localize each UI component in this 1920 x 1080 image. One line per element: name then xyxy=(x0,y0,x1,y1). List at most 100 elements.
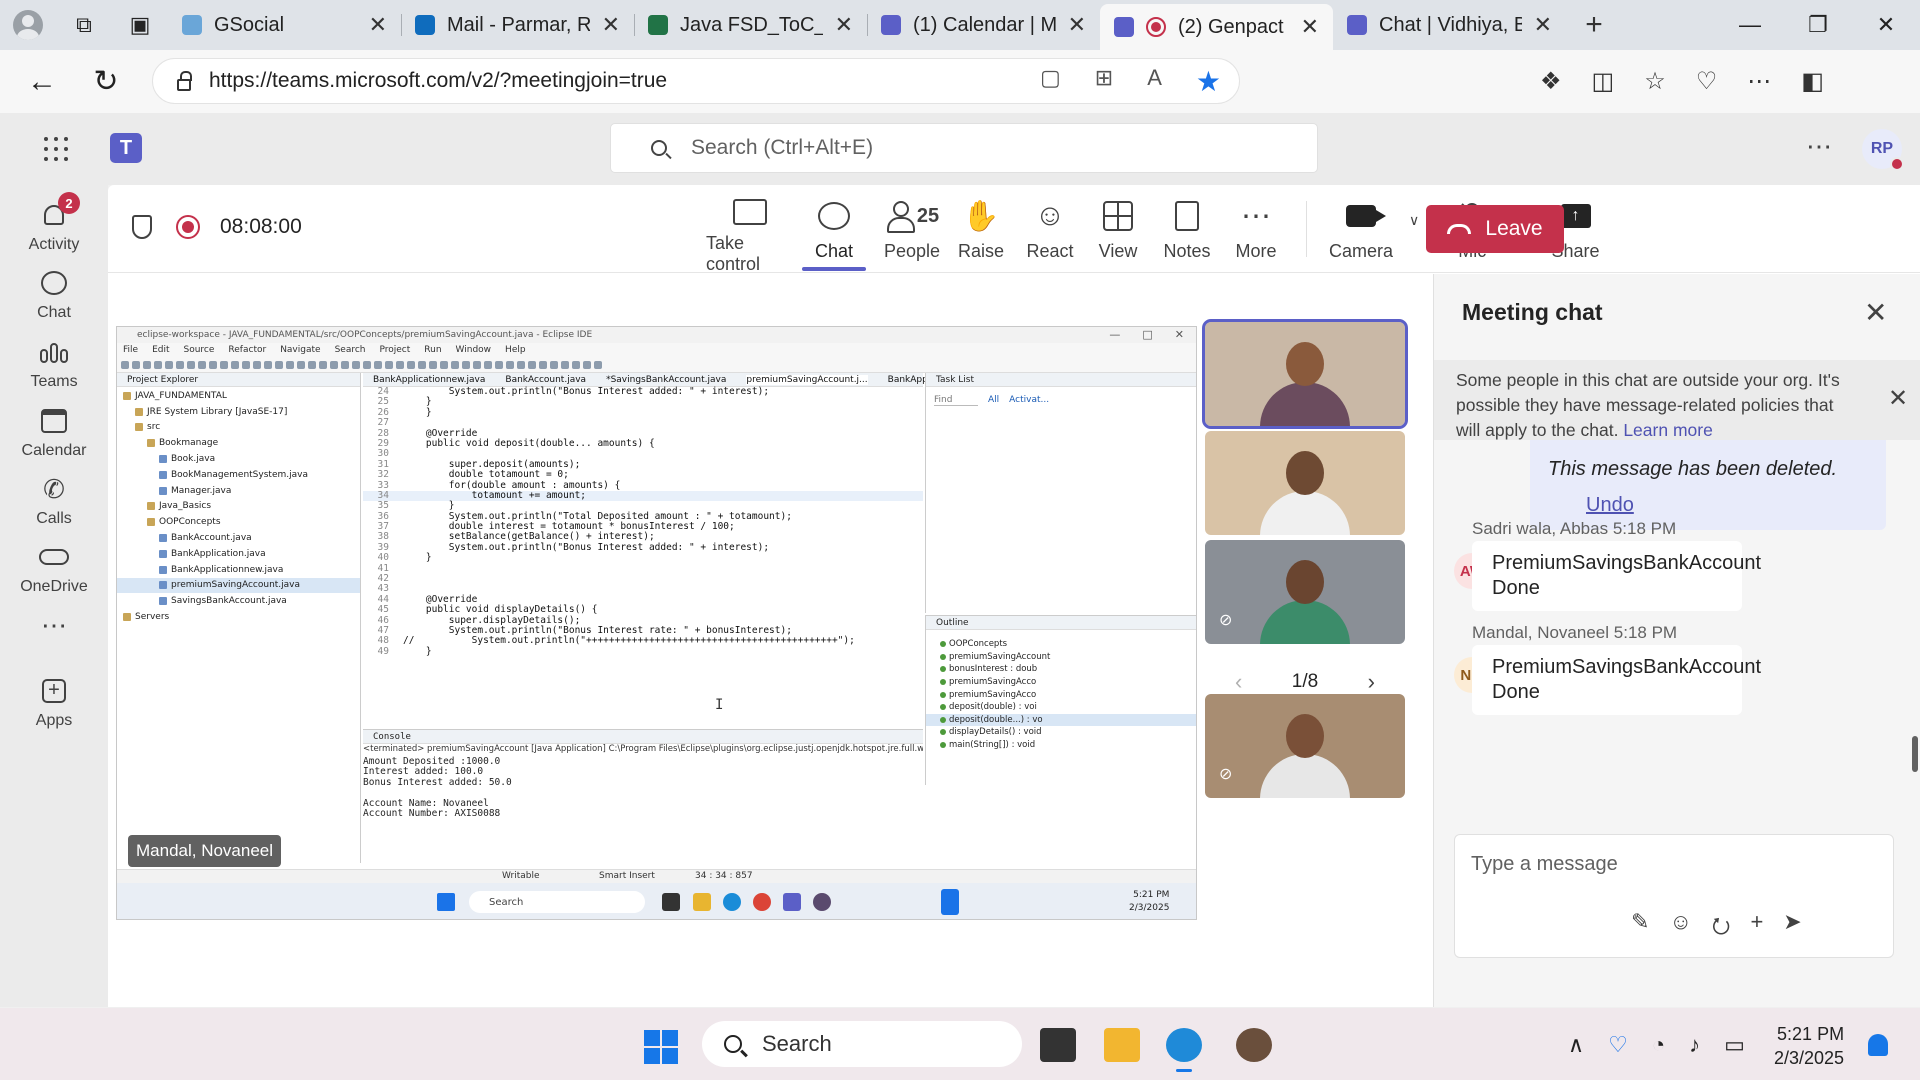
raise-hand-button[interactable]: ✋ Raise xyxy=(950,193,1012,265)
toolbar-icon xyxy=(286,360,294,369)
maximize-button[interactable]: ❐ xyxy=(1784,0,1852,50)
toolbar-icon xyxy=(495,360,503,369)
tab-favicon-icon xyxy=(881,15,901,35)
participant-head xyxy=(1286,714,1324,758)
participant-video[interactable]: ⊘ xyxy=(1205,540,1405,644)
tool-label: More xyxy=(1235,241,1277,261)
react-button[interactable]: ☺ React xyxy=(1012,193,1088,265)
chevron-up-icon[interactable]: ∧ xyxy=(1568,1032,1584,1058)
chat-button[interactable]: Chat xyxy=(794,193,874,271)
method-icon xyxy=(940,691,946,698)
camera-indicator-icon[interactable]: ▢ xyxy=(1040,65,1061,98)
address-bar[interactable]: https://teams.microsoft.com/v2/?meetingj… xyxy=(152,58,1240,104)
tool-label: People xyxy=(883,241,941,261)
close-tab-icon[interactable]: ✕ xyxy=(1534,12,1552,38)
rail-item-more[interactable]: ⋯ xyxy=(0,583,108,667)
edge-icon[interactable] xyxy=(1166,1028,1202,1072)
browser-tab[interactable]: Java FSD_ToC_Day ✕ xyxy=(634,0,867,50)
split-screen-icon[interactable]: ◫ xyxy=(1592,67,1615,96)
previous-page-icon[interactable]: ‹ xyxy=(1235,669,1242,695)
windows-start-icon[interactable] xyxy=(644,1030,678,1064)
tab-actions-button[interactable]: ▣ xyxy=(112,0,168,50)
format-icon[interactable]: ✎ xyxy=(1631,909,1649,947)
take-control-button[interactable]: Take control xyxy=(706,193,794,274)
toolbar-icon xyxy=(539,360,547,369)
leave-button[interactable]: Leave xyxy=(1426,205,1564,253)
code-text: double totamount = 0; xyxy=(403,469,569,481)
browser-tab[interactable]: Chat | Vidhiya, B S ✕ xyxy=(1333,0,1566,50)
mic-icon[interactable]: ♡ xyxy=(1608,1032,1628,1058)
method-icon xyxy=(940,641,946,648)
favorite-star-icon[interactable]: ★ xyxy=(1196,65,1221,98)
next-page-icon[interactable]: › xyxy=(1368,669,1375,695)
close-tab-icon[interactable]: ✕ xyxy=(602,12,620,38)
apps-available-icon[interactable]: ⊞ xyxy=(1095,65,1113,98)
close-tab-icon[interactable]: ✕ xyxy=(835,12,853,38)
task-all-link: All xyxy=(988,395,1000,405)
browser-tab[interactable]: (1) Calendar | Me ✕ xyxy=(867,0,1100,50)
favorites-icon[interactable]: ☆ xyxy=(1644,67,1666,96)
close-tab-icon[interactable]: ✕ xyxy=(1301,14,1319,40)
close-icon[interactable]: ✕ xyxy=(1864,296,1887,329)
extensions-icon[interactable]: ❖ xyxy=(1540,67,1562,96)
rail-item-apps[interactable]: + Apps xyxy=(0,661,108,745)
browser-tab[interactable]: GSocial ✕ xyxy=(168,0,401,50)
view-button[interactable]: View xyxy=(1088,193,1148,265)
message-bubble: PremiumSavingsBankAccount Done xyxy=(1472,645,1761,715)
minimize-button[interactable]: — xyxy=(1716,0,1784,50)
message-input[interactable] xyxy=(1471,849,1871,879)
clock-time: 5:21 PM xyxy=(1777,1024,1845,1044)
close-tab-icon[interactable]: ✕ xyxy=(369,12,387,38)
avatar[interactable]: RP xyxy=(1862,129,1904,171)
banner-close-icon[interactable]: ✕ xyxy=(1888,384,1908,413)
workspaces-button[interactable]: ⧉ xyxy=(56,0,112,50)
taskbar-clock[interactable]: 5:21 PM 2/3/2025 xyxy=(1774,1022,1844,1070)
learn-more-link[interactable]: Learn more xyxy=(1623,420,1713,440)
chat-scrollbar[interactable] xyxy=(1912,736,1918,772)
close-tab-icon[interactable]: ✕ xyxy=(1068,12,1086,38)
task-view-icon[interactable] xyxy=(1040,1028,1076,1062)
settings-more-icon[interactable]: ⋯ xyxy=(1806,131,1832,162)
more-button[interactable]: ⋯ More xyxy=(1226,193,1286,265)
loop-icon[interactable]: ⭮ xyxy=(1712,909,1731,947)
notes-button[interactable]: Notes xyxy=(1148,193,1226,265)
undo-link[interactable]: Undo xyxy=(1586,494,1634,517)
emoji-icon[interactable]: ☺ xyxy=(1669,909,1691,947)
teams-search-input[interactable]: Search (Ctrl+Alt+E) xyxy=(610,123,1318,173)
new-tab-button[interactable]: + xyxy=(1566,0,1622,50)
read-aloud-icon[interactable]: A xyxy=(1147,65,1162,98)
wifi-icon[interactable]: ◔ xyxy=(1652,1032,1665,1058)
volume-icon[interactable]: ♪ xyxy=(1689,1032,1700,1058)
back-button[interactable]: ← xyxy=(10,65,74,99)
add-icon[interactable]: + xyxy=(1750,909,1763,947)
project-explorer: Project Explorer JAVA_FUNDAMENTAL JRE Sys… xyxy=(117,373,361,863)
close-window-button[interactable]: ✕ xyxy=(1852,0,1920,50)
browser-tab[interactable]: Mail - Parmar, Ru ✕ xyxy=(401,0,634,50)
file-explorer-icon[interactable] xyxy=(1104,1028,1140,1062)
rail-label: Activity xyxy=(28,236,80,253)
taskbar-search[interactable]: Search xyxy=(702,1021,1022,1067)
toolbar-icon xyxy=(385,360,393,369)
console-line: Amount Deposited :1000.0 xyxy=(363,756,501,767)
send-icon[interactable]: ➤ xyxy=(1783,909,1801,947)
eclipse-icon[interactable] xyxy=(1236,1028,1272,1062)
shield-icon[interactable] xyxy=(132,215,152,239)
browser-profile-button[interactable] xyxy=(0,0,56,50)
sidebar-toggle-icon[interactable]: ◧ xyxy=(1801,67,1824,96)
browser-tab[interactable]: (2) Genpact ✕ xyxy=(1100,4,1333,50)
camera-options-chevron-icon[interactable]: ∨ xyxy=(1409,212,1419,229)
camera-button[interactable]: Camera xyxy=(1327,193,1395,265)
battery-icon[interactable]: ▭ xyxy=(1724,1032,1745,1058)
app-launcher-icon[interactable] xyxy=(44,137,68,161)
remote-clock-date: 2/3/2025 xyxy=(1129,903,1170,913)
participant-video[interactable] xyxy=(1205,431,1405,535)
people-button[interactable]: 25 People xyxy=(874,193,950,265)
browser-essentials-icon[interactable]: ♡ xyxy=(1696,67,1718,96)
participant-video[interactable]: ⊘ xyxy=(1205,694,1405,798)
refresh-button[interactable]: ↻ xyxy=(74,64,138,99)
participant-video[interactable] xyxy=(1202,319,1408,429)
settings-more-icon[interactable]: ⋯ xyxy=(1747,67,1771,96)
notification-bell-icon[interactable] xyxy=(1868,1034,1888,1056)
hand-icon: ✋ xyxy=(962,199,1000,233)
shared-screen[interactable]: eclipse-workspace - JAVA_FUNDAMENTAL/src… xyxy=(116,326,1197,920)
